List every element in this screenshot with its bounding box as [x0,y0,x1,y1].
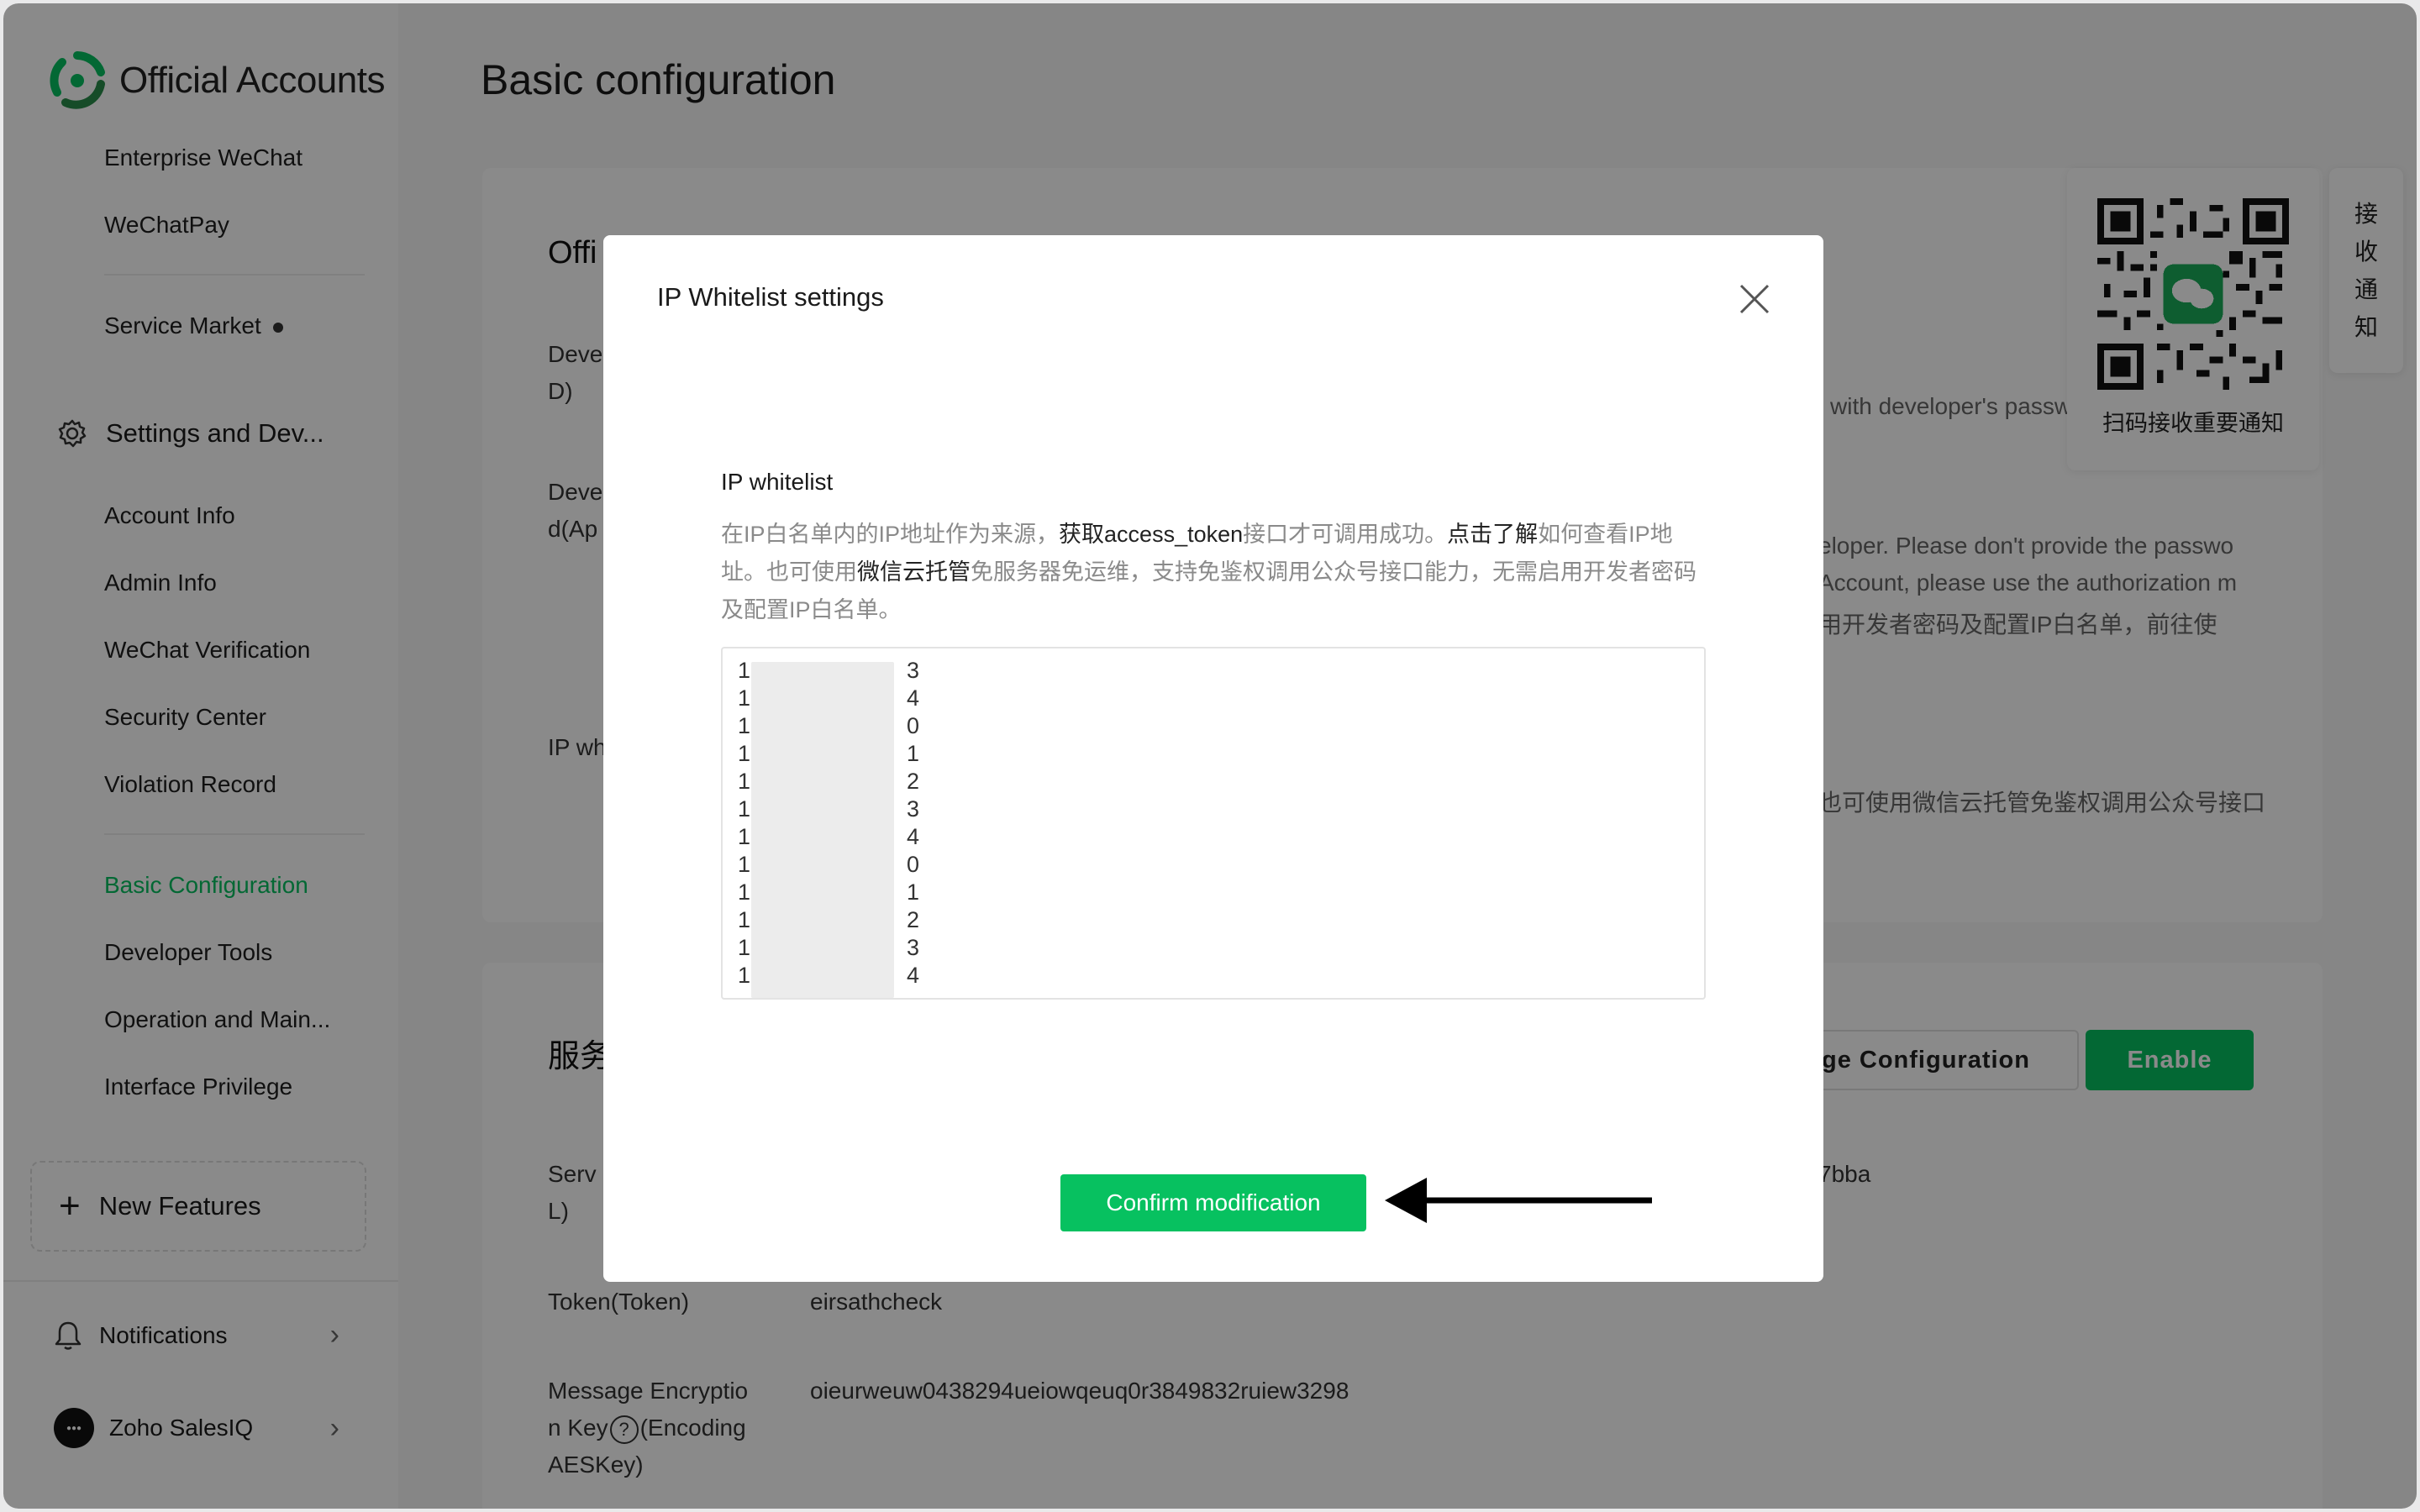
ip-line-end: 0 [907,852,920,877]
ip-line-end: 3 [907,935,920,960]
ip-line-end: 4 [907,685,920,711]
redaction-mask [751,662,894,998]
ip-line-start: 1 [738,796,751,822]
ip-whitelist-textarea[interactable]: 13 14 10 11 12 13 14 10 11 12 13 14 [721,647,1706,1000]
ip-line-start: 1 [738,658,751,683]
ip-line-start: 1 [738,852,751,877]
ip-line-end: 3 [907,658,920,683]
ip-line-end: 2 [907,769,920,794]
ip-whitelist-label: IP whitelist [721,469,834,495]
ip-line-end: 4 [907,963,920,988]
desc-text-strong: 获取access_token [1059,522,1244,547]
ip-line-start: 1 [738,963,751,988]
ip-whitelist-description: 在IP白名单内的IP地址作为来源，获取access_token接口才可调用成功。… [721,516,1712,629]
ip-whitelist-dialog: IP Whitelist settings IP whitelist 在IP白名… [603,235,1823,1282]
ip-line-start: 1 [738,685,751,711]
ip-line-start: 1 [738,935,751,960]
ip-line-end: 1 [907,741,920,766]
ip-line-end: 0 [907,713,920,738]
confirm-modification-button[interactable]: Confirm modification [1060,1174,1366,1231]
cloud-hosting-link[interactable]: 微信云托管 [857,559,971,585]
ip-line-end: 2 [907,907,920,932]
desc-text: 接口才可调用成功。 [1243,522,1448,547]
dialog-title: IP Whitelist settings [657,282,884,312]
app-window: Official Accounts Enterprise WeChat WeCh… [3,3,2417,1509]
learn-more-link[interactable]: 点击了解 [1447,522,1538,547]
ip-line-end: 3 [907,796,920,822]
ip-line-start: 1 [738,769,751,794]
ip-line-end: 4 [907,824,920,849]
ip-line-start: 1 [738,824,751,849]
desc-text: 在IP白名单内的IP地址作为来源， [721,522,1060,547]
ip-line-start: 1 [738,741,751,766]
ip-line-start: 1 [738,907,751,932]
ip-line-start: 1 [738,879,751,905]
ip-line-start: 1 [738,713,751,738]
ip-line-end: 1 [907,879,920,905]
close-icon[interactable] [1734,279,1775,319]
arrow-left-icon [1385,1178,1652,1223]
